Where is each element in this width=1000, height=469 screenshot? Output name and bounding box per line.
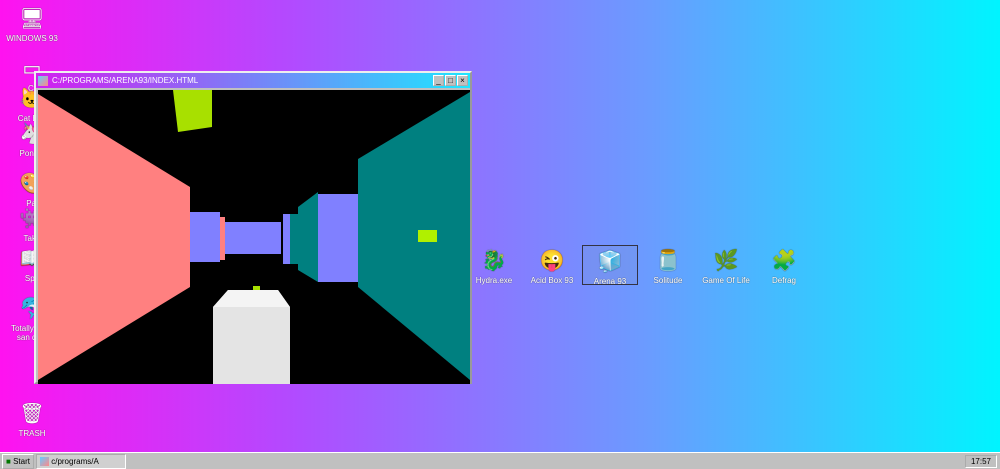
desktop-icon[interactable]: 🧩 Defrag xyxy=(756,245,812,286)
left-wall xyxy=(38,94,190,380)
smiley-icon: 😜 xyxy=(539,249,565,272)
trash-icon: 🗑 xyxy=(19,402,45,425)
right-wall xyxy=(358,92,470,380)
icon-label: Defrag xyxy=(771,276,796,285)
icon-label: Solitude xyxy=(653,276,683,285)
jar-icon: 🫙 xyxy=(655,249,681,272)
desktop-icon[interactable]: 🐉 Hydra.exe xyxy=(466,245,522,286)
desktop-icon[interactable]: 🖥 WINDOWS 93 xyxy=(4,5,60,44)
icon-label: Arena 93 xyxy=(593,277,627,286)
taskbar: ■ Start c/programs/A 17:57 xyxy=(0,452,1000,469)
minimize-button[interactable]: _ xyxy=(433,75,444,86)
computer-icon: 🖥 xyxy=(19,7,45,30)
start-button[interactable]: ■ Start xyxy=(2,453,34,469)
hydra-icon: 🐉 xyxy=(481,249,507,272)
cube-icon: 🧊 xyxy=(597,250,623,273)
arena-window: C:/PROGRAMS/ARENA93/INDEX.HTML _ □ × xyxy=(34,71,472,384)
game-canvas[interactable] xyxy=(38,90,470,384)
icon-label: WINDOWS 93 xyxy=(6,34,58,43)
cube-icon xyxy=(38,75,48,86)
lime-target xyxy=(418,230,437,242)
title-bar[interactable]: C:/PROGRAMS/ARENA93/INDEX.HTML _ □ × xyxy=(36,73,470,88)
window-title: C:/PROGRAMS/ARENA93/INDEX.HTML xyxy=(52,76,199,85)
cube-icon xyxy=(39,456,49,466)
taskbar-item-arena[interactable]: c/programs/A xyxy=(35,453,126,469)
desktop-icon[interactable]: 😜 Acid Box 93 xyxy=(524,245,580,286)
life-icon: 🌿 xyxy=(713,249,739,272)
desktop-icon[interactable]: 🌿 Game Of Life xyxy=(698,245,754,286)
block xyxy=(318,194,358,282)
start-label: Start xyxy=(13,456,30,466)
desktop-icon-trash[interactable]: 🗑 TRASH xyxy=(4,400,60,439)
defrag-icon: 🧩 xyxy=(771,249,797,272)
task-label: c/programs/A xyxy=(51,456,99,466)
icon-label: Hydra.exe xyxy=(475,276,513,285)
block xyxy=(283,214,291,264)
icon-label: TRASH xyxy=(18,429,46,438)
icon-label: Acid Box 93 xyxy=(530,276,574,285)
block xyxy=(190,212,220,262)
start-icon: ■ xyxy=(6,456,11,466)
lime-block xyxy=(173,90,212,132)
close-button[interactable]: × xyxy=(457,75,468,86)
maximize-button[interactable]: □ xyxy=(445,75,456,86)
desktop-icon[interactable]: 🧊 Arena 93 xyxy=(582,245,638,286)
icon-label: Game Of Life xyxy=(702,276,750,285)
clock: 17:57 xyxy=(964,454,997,468)
block xyxy=(225,222,281,254)
desktop-icon[interactable]: 🫙 Solitude xyxy=(640,245,696,286)
